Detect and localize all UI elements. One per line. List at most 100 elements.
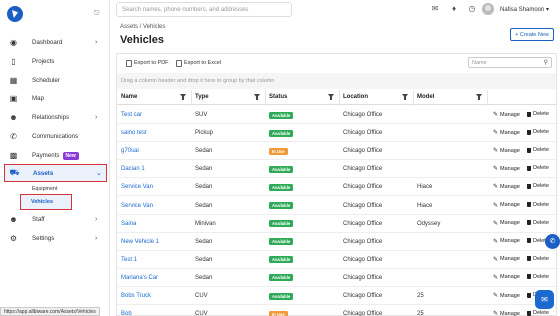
column-header-type[interactable]: Type	[195, 94, 209, 100]
sidebar-item-communications[interactable]: ✆ Communications	[0, 127, 110, 145]
sidebar-item-settings[interactable]: ⚙ Settings ›	[0, 229, 110, 247]
sidebar-item-payments[interactable]: ▩ Payments New	[0, 146, 110, 164]
manage-button[interactable]: ✎ Manage	[493, 220, 520, 227]
manage-button[interactable]: ✎ Manage	[493, 129, 520, 137]
vehicle-name-link[interactable]: Test car	[121, 112, 142, 118]
column-divider	[265, 90, 266, 105]
delete-button[interactable]: Delete	[527, 256, 549, 262]
delete-label: Delete	[533, 183, 549, 190]
vehicle-name-link[interactable]: saino test	[121, 130, 147, 136]
bell-icon[interactable]: ♦	[449, 4, 459, 14]
vehicle-name-link[interactable]: Saina	[121, 221, 136, 227]
grid-search-input[interactable]: Name ⚲	[468, 57, 552, 68]
table-row[interactable]: g70sai Sedan In Use Chicago Office ✎ Manage De…	[117, 142, 556, 161]
table-row[interactable]: Saina Minivan Available Chicago Office Odyss…	[117, 215, 556, 233]
manage-button[interactable]: ✎ Manage	[493, 274, 520, 281]
sidebar-item-assets[interactable]: ⛟ Assets ⌄	[4, 164, 107, 182]
vehicle-name-link[interactable]: Bob	[121, 311, 132, 316]
global-search-input[interactable]: Search names, phone numbers, and address…	[116, 2, 292, 17]
sidebar-subitem-equipment[interactable]: Equipment	[32, 186, 57, 192]
people-icon: ☻	[9, 112, 18, 122]
delete-button[interactable]: Delete	[527, 274, 549, 280]
export-excel-button[interactable]: Export to Excel	[176, 58, 221, 68]
status-badge: Available	[269, 238, 294, 246]
delete-button[interactable]: Delete	[527, 129, 549, 135]
delete-button[interactable]: Delete	[527, 310, 549, 316]
vehicle-location: Chicago Office	[343, 293, 383, 299]
column-header-location[interactable]: Location	[343, 94, 368, 100]
column-header-status[interactable]: Status	[269, 94, 287, 100]
avatar[interactable]	[482, 3, 494, 15]
sidebar-item-scheduler[interactable]: ▦ Scheduler	[0, 71, 110, 89]
manage-button[interactable]: ✎ Manage	[493, 202, 520, 209]
table-row[interactable]: saino test Pickup Available Chicago Office ✎…	[117, 124, 556, 143]
vehicle-name-link[interactable]: g70sai	[121, 148, 139, 154]
export-excel-label: Export to Excel	[184, 60, 221, 66]
sidebar-item-relationships[interactable]: ☻ Relationships ›	[0, 108, 110, 126]
filter-icon[interactable]	[328, 94, 334, 100]
column-divider	[413, 90, 414, 105]
table-row[interactable]: Bobs Truck CUV Available Chicago Office 25 ✎ M…	[117, 287, 556, 305]
user-menu[interactable]: Nafisa Shamoon ▾	[500, 6, 549, 13]
manage-button[interactable]: ✎ Manage	[493, 256, 520, 263]
delete-button[interactable]: Delete	[527, 220, 549, 226]
manage-button[interactable]: ✎ Manage	[493, 147, 520, 155]
delete-label: Delete	[533, 219, 549, 226]
chat-support-icon[interactable]: ✉	[535, 290, 554, 309]
manage-button[interactable]: ✎ Manage	[493, 238, 520, 245]
vehicle-name-link[interactable]: Dacian 1	[121, 166, 145, 172]
vehicle-name-link[interactable]: Service Van	[121, 203, 153, 209]
table-row[interactable]: New Vehicle 1 Sedan Available Chicago Offic…	[117, 233, 556, 251]
vehicle-model: 25	[417, 293, 424, 299]
delete-button[interactable]: Delete	[527, 147, 549, 153]
vehicle-name-link[interactable]: Bobs Truck	[121, 293, 151, 299]
trash-icon	[527, 111, 531, 117]
app-logo[interactable]	[7, 6, 23, 22]
vehicle-name-link[interactable]: Test 1	[121, 257, 137, 263]
filter-icon[interactable]	[180, 94, 186, 100]
table-row[interactable]: Bob CUV In Use Chicago Office 25 ✎ Manage Delet…	[117, 305, 556, 316]
delete-label: Delete	[533, 273, 549, 280]
column-header-name[interactable]: Name	[121, 94, 137, 100]
phone-icon[interactable]: ✆	[545, 234, 560, 249]
filter-icon[interactable]	[402, 94, 408, 100]
manage-button[interactable]: ✎ Manage	[493, 111, 520, 119]
manage-button[interactable]: ✎ Manage	[493, 165, 520, 173]
delete-button[interactable]: Delete	[527, 202, 549, 208]
sidebar-item-staff[interactable]: ☻ Staff ›	[0, 210, 110, 228]
group-by-area[interactable]: Drag a column header and drop it here to…	[117, 73, 556, 89]
table-row[interactable]: Mariana's Car Sedan Available Chicago Offic…	[117, 269, 556, 287]
sidebar-subitem-vehicles[interactable]: Vehicles	[20, 194, 72, 210]
sidebar-item-map[interactable]: ▣ Map	[0, 89, 110, 107]
trash-icon	[527, 310, 531, 316]
vehicle-name-link[interactable]: Service Van	[121, 184, 153, 190]
pencil-icon: ✎	[493, 148, 499, 155]
chat-icon[interactable]: ✉	[430, 4, 440, 14]
vehicle-location: Chicago Office	[343, 238, 383, 245]
vehicle-name-link[interactable]: New Vehicle 1	[121, 239, 159, 245]
delete-button[interactable]: Delete	[527, 183, 549, 189]
pencil-icon: ✎	[493, 112, 499, 118]
export-pdf-button[interactable]: Export to PDF	[126, 58, 169, 68]
sidebar-item-projects[interactable]: ▯ Projects	[0, 52, 110, 70]
clock-icon[interactable]: ◷	[467, 4, 477, 14]
create-new-button[interactable]: + Create New	[510, 28, 554, 41]
vehicle-name-link[interactable]: Mariana's Car	[121, 275, 158, 281]
manage-button[interactable]: ✎ Manage	[493, 183, 520, 191]
manage-button[interactable]: ✎ Manage	[493, 292, 520, 300]
manage-button[interactable]: ✎ Manage	[493, 310, 520, 316]
table-row[interactable]: Test car SUV Available Chicago Office ✎ Manag…	[117, 106, 556, 124]
table-row[interactable]: Service Van Sedan Available Chicago Office H…	[117, 197, 556, 215]
filter-icon[interactable]	[254, 94, 260, 100]
table-row[interactable]: Dacian 1 Sedan Available Chicago Office ✎ Man…	[117, 160, 556, 179]
filter-icon[interactable]	[476, 94, 482, 100]
table-row[interactable]: Test 1 Sedan Available Chicago Office ✎ Manag…	[117, 251, 556, 269]
sidebar-item-dashboard[interactable]: ◉ Dashboard ›	[0, 33, 110, 51]
trash-icon	[527, 147, 531, 153]
table-row[interactable]: Service Van Sedan Available Chicago Office H…	[117, 178, 556, 197]
pin-icon[interactable]: ⎋	[94, 10, 100, 18]
delete-button[interactable]: Delete	[527, 111, 549, 117]
delete-button[interactable]: Delete	[527, 165, 549, 171]
vehicle-type: Sedan	[195, 256, 213, 263]
column-header-model[interactable]: Model	[417, 94, 434, 100]
